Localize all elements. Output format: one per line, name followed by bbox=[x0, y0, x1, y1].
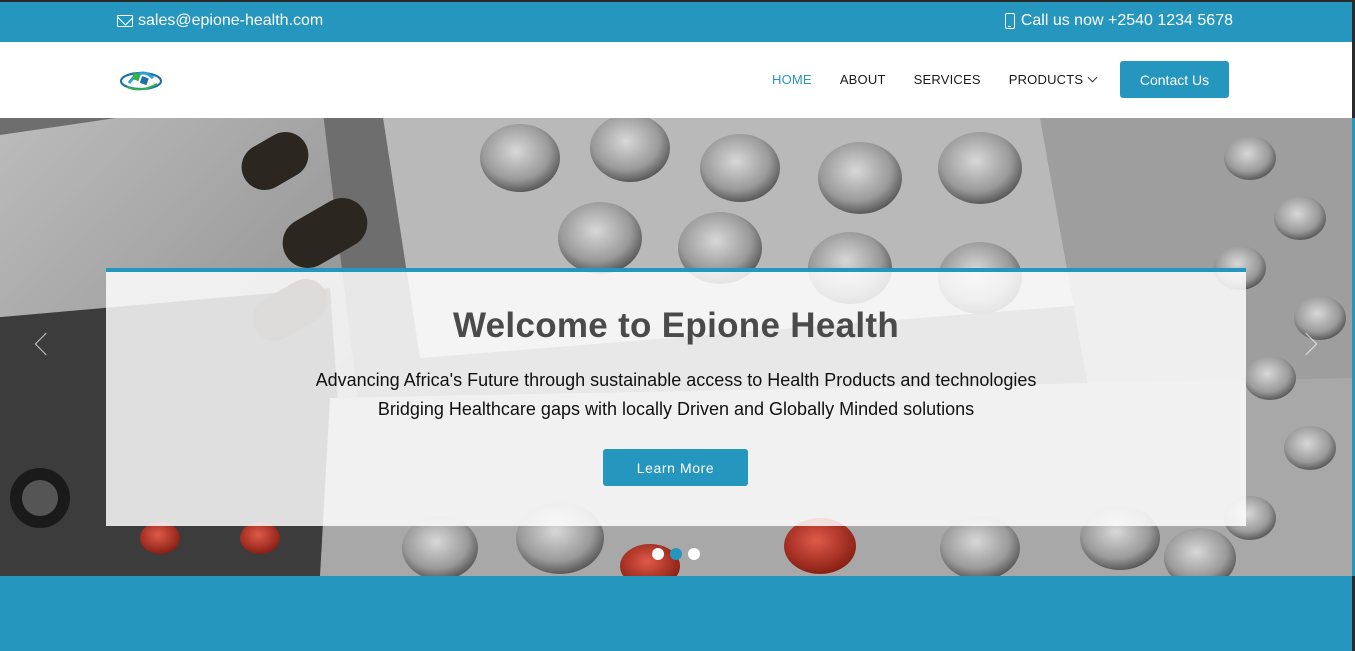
chevron-down-icon bbox=[1087, 72, 1098, 83]
epione-logo[interactable] bbox=[119, 64, 163, 96]
hero-title: Welcome to Epione Health bbox=[452, 306, 900, 345]
nav-products[interactable]: PRODUCTS bbox=[1008, 72, 1098, 87]
email-text: sales@epione-health.com bbox=[138, 12, 324, 29]
nav-about-label: ABOUT bbox=[839, 72, 886, 87]
carousel-dot-3[interactable] bbox=[688, 548, 700, 560]
nav-services[interactable]: SERVICES bbox=[914, 72, 981, 87]
phone-text: Call us now +2540 1234 5678 bbox=[1020, 12, 1233, 29]
section-band bbox=[0, 576, 1355, 651]
email-link[interactable]: sales@epione-health.com bbox=[117, 12, 323, 30]
main-navbar: HOME ABOUT SERVICES PRODUCTS Contact Us bbox=[0, 42, 1355, 118]
carousel-dot-2[interactable] bbox=[670, 548, 682, 560]
primary-nav: HOME ABOUT SERVICES PRODUCTS bbox=[772, 72, 1124, 87]
top-contact-bar: sales@epione-health.com Call us now +254… bbox=[0, 0, 1355, 42]
carousel-indicators bbox=[652, 548, 700, 560]
carousel-dot-1[interactable] bbox=[652, 548, 664, 560]
nav-home-label: HOME bbox=[772, 72, 812, 87]
phone-link[interactable]: Call us now +2540 1234 5678 bbox=[1004, 12, 1233, 30]
phone-icon bbox=[1004, 13, 1015, 29]
nav-home[interactable]: HOME bbox=[772, 72, 812, 87]
contact-us-button[interactable]: Contact Us bbox=[1120, 61, 1229, 98]
hero-caption-panel: Welcome to Epione Health Advancing Afric… bbox=[106, 268, 1246, 526]
learn-more-button[interactable]: Learn More bbox=[603, 449, 748, 486]
hero-carousel: Welcome to Epione Health Advancing Afric… bbox=[0, 118, 1352, 576]
nav-products-label: PRODUCTS bbox=[1008, 72, 1084, 87]
nav-about[interactable]: ABOUT bbox=[840, 72, 886, 87]
hero-tagline-1: Advancing Africa's Future through sustai… bbox=[315, 370, 1037, 390]
nav-services-label: SERVICES bbox=[913, 72, 981, 87]
hero-tagline-2: Bridging Healthcare gaps with locally Dr… bbox=[377, 399, 975, 419]
envelope-icon bbox=[117, 15, 133, 27]
